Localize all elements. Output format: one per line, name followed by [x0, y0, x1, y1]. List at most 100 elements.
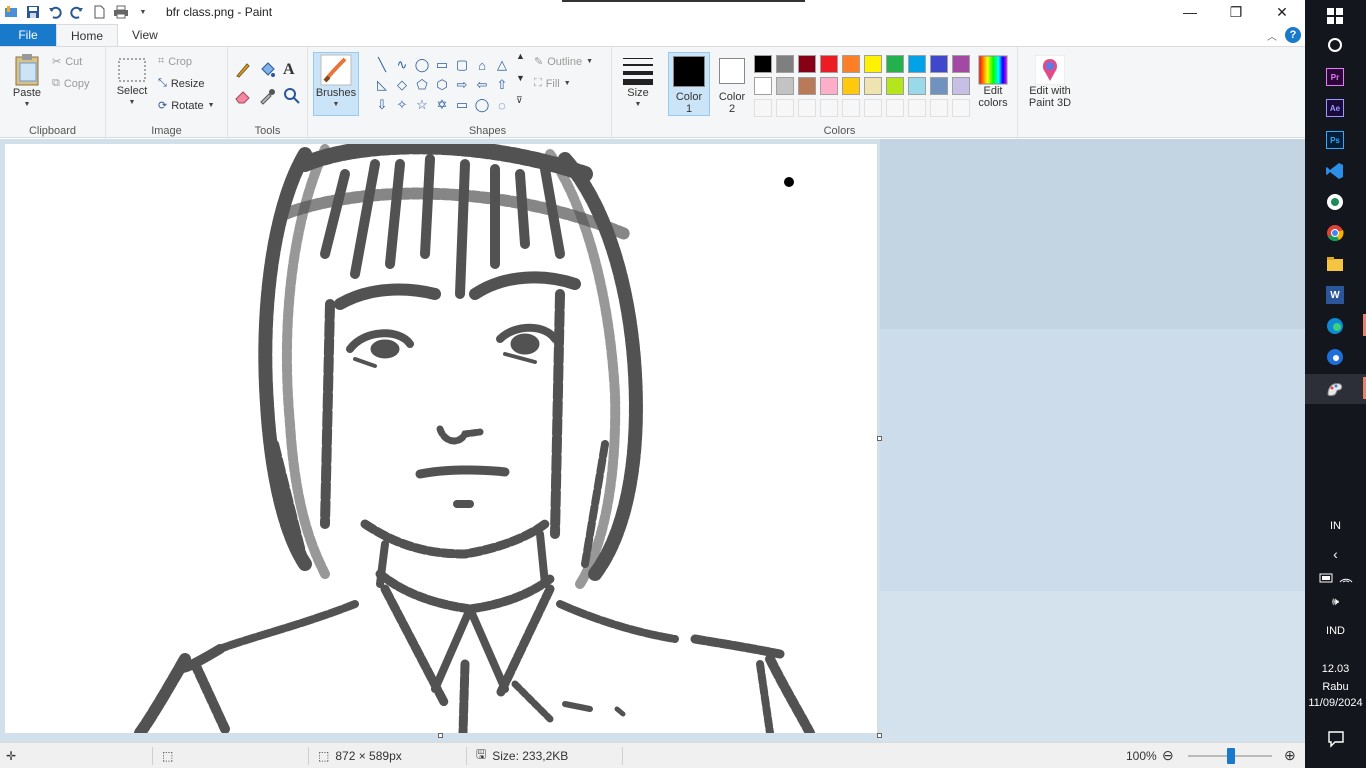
- qat-customize-chevron-icon[interactable]: ▼: [134, 3, 152, 21]
- palette-swatch-empty[interactable]: [842, 99, 860, 117]
- windows-start-icon[interactable]: [1323, 4, 1347, 28]
- palette-swatch[interactable]: [886, 77, 904, 95]
- palette-swatch-empty[interactable]: [952, 99, 970, 117]
- shapes-scroll-down-icon[interactable]: ▼: [516, 73, 525, 83]
- zoom-out-icon[interactable]: ⊖: [1162, 747, 1174, 764]
- edit-with-paint3d-button[interactable]: Edit with Paint 3D: [1022, 55, 1078, 109]
- minimize-button[interactable]: —: [1167, 0, 1213, 24]
- battery-icon[interactable]: [1305, 572, 1366, 589]
- color-picker-tool[interactable]: [258, 87, 276, 105]
- color-2-button[interactable]: Color 2: [712, 52, 752, 116]
- palette-swatch[interactable]: [754, 77, 772, 95]
- shape-item[interactable]: ⬠: [412, 75, 432, 95]
- volume-icon[interactable]: 🕪: [1305, 596, 1366, 609]
- help-icon[interactable]: ?: [1285, 27, 1301, 43]
- palette-swatch-empty[interactable]: [930, 99, 948, 117]
- shape-item[interactable]: ╲: [372, 55, 392, 75]
- shape-item[interactable]: ⇧: [492, 75, 512, 95]
- palette-swatch[interactable]: [842, 55, 860, 73]
- show-hidden-icons-chevron-icon[interactable]: ‹: [1305, 546, 1366, 562]
- palette-swatch[interactable]: [952, 77, 970, 95]
- shape-item[interactable]: ▭: [432, 55, 452, 75]
- fill-button[interactable]: ⛶ Fill ▼: [534, 77, 571, 90]
- shapes-more-icon[interactable]: ⊽: [516, 95, 523, 106]
- shape-item[interactable]: ▭: [452, 95, 472, 115]
- save-icon[interactable]: [24, 3, 42, 21]
- palette-swatch[interactable]: [754, 55, 772, 73]
- paint-app-icon[interactable]: [2, 3, 20, 21]
- vscode-icon[interactable]: [1323, 159, 1347, 183]
- drawing-canvas[interactable]: [5, 144, 877, 733]
- shapes-scroll-up-icon[interactable]: ▲: [516, 51, 525, 61]
- edit-colors-button[interactable]: Edit colors: [970, 55, 1016, 109]
- palette-swatch[interactable]: [930, 77, 948, 95]
- edge-icon[interactable]: [1323, 314, 1347, 338]
- palette-swatch-empty[interactable]: [798, 99, 816, 117]
- canvas-resize-handle-right[interactable]: [877, 436, 882, 441]
- crop-button[interactable]: ⌗ Crop: [158, 55, 192, 68]
- palette-swatch-empty[interactable]: [820, 99, 838, 117]
- cut-button[interactable]: ✂ Cut: [52, 55, 82, 69]
- new-file-icon[interactable]: [90, 3, 108, 21]
- input-language[interactable]: IN: [1305, 520, 1366, 532]
- palette-swatch[interactable]: [820, 55, 838, 73]
- palette-swatch[interactable]: [908, 77, 926, 95]
- canvas-resize-handle-corner[interactable]: [877, 733, 882, 738]
- canvas-resize-handle-bottom[interactable]: [438, 733, 443, 738]
- palette-swatch[interactable]: [952, 55, 970, 73]
- edge-beta-icon[interactable]: [1323, 345, 1347, 369]
- shape-item[interactable]: ◯: [412, 55, 432, 75]
- shape-item[interactable]: ◇: [392, 75, 412, 95]
- shape-item[interactable]: ☆: [412, 95, 432, 115]
- outline-button[interactable]: ✎ Outline ▼: [534, 55, 593, 69]
- notification-center-icon[interactable]: [1305, 730, 1366, 751]
- undo-icon[interactable]: [46, 3, 64, 21]
- clock-day[interactable]: Rabu: [1305, 681, 1366, 693]
- shape-item[interactable]: ◺: [372, 75, 392, 95]
- brushes-button[interactable]: Brushes ▼: [313, 52, 359, 116]
- chat-app-icon[interactable]: [1323, 190, 1347, 214]
- zoom-in-icon[interactable]: ⊕: [1284, 747, 1296, 764]
- collapse-ribbon-chevron-icon[interactable]: ︿: [1267, 28, 1277, 43]
- tab-home[interactable]: Home: [56, 24, 119, 46]
- shape-item[interactable]: ⇨: [452, 75, 472, 95]
- palette-swatch[interactable]: [930, 55, 948, 73]
- word-icon[interactable]: W: [1323, 283, 1347, 307]
- search-cortana-icon[interactable]: [1323, 33, 1347, 57]
- shape-item[interactable]: ⇦: [472, 75, 492, 95]
- after-effects-icon[interactable]: Ae: [1323, 96, 1347, 120]
- print-icon[interactable]: [112, 3, 130, 21]
- palette-swatch[interactable]: [776, 77, 794, 95]
- shape-item[interactable]: ⬡: [432, 75, 452, 95]
- rotate-button[interactable]: ⟳ Rotate ▼: [158, 99, 215, 113]
- palette-swatch[interactable]: [798, 55, 816, 73]
- maximize-button[interactable]: ❐: [1213, 0, 1259, 24]
- palette-swatch-empty[interactable]: [886, 99, 904, 117]
- palette-swatch[interactable]: [776, 55, 794, 73]
- photoshop-icon[interactable]: Ps: [1323, 128, 1347, 152]
- shape-item[interactable]: △: [492, 55, 512, 75]
- palette-swatch[interactable]: [908, 55, 926, 73]
- magnifier-tool[interactable]: [283, 87, 301, 105]
- text-tool[interactable]: A: [283, 61, 295, 79]
- shape-item[interactable]: ◌: [492, 95, 512, 115]
- paint-taskbar-icon[interactable]: [1323, 377, 1347, 401]
- palette-swatch[interactable]: [820, 77, 838, 95]
- tab-file[interactable]: File: [0, 24, 56, 46]
- file-explorer-icon[interactable]: [1323, 252, 1347, 276]
- fill-tool[interactable]: [258, 61, 276, 79]
- palette-swatch[interactable]: [798, 77, 816, 95]
- shape-item[interactable]: ✧: [392, 95, 412, 115]
- palette-swatch[interactable]: [864, 77, 882, 95]
- resize-button[interactable]: ⤡ Resize: [158, 77, 204, 90]
- eraser-tool[interactable]: [234, 87, 252, 105]
- shape-item[interactable]: ◯: [472, 95, 492, 115]
- keyboard-layout[interactable]: IND: [1305, 625, 1366, 637]
- close-button[interactable]: ✕: [1259, 0, 1305, 24]
- palette-swatch-empty[interactable]: [864, 99, 882, 117]
- palette-swatch[interactable]: [864, 55, 882, 73]
- palette-swatch[interactable]: [886, 55, 904, 73]
- copy-button[interactable]: ⧉ Copy: [52, 77, 90, 90]
- chrome-icon[interactable]: [1323, 221, 1347, 245]
- clock-time[interactable]: 12.03: [1305, 663, 1366, 675]
